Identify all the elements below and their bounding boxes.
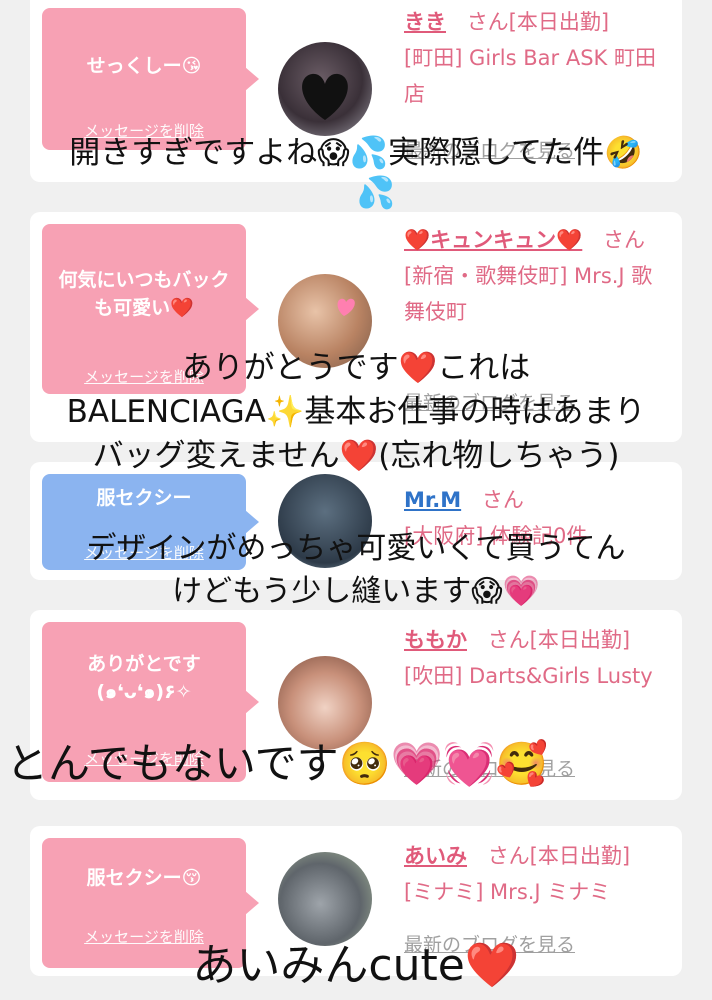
user-status: さん[本日出勤] xyxy=(487,628,631,652)
user-name-link[interactable]: ❤️キュンキュン❤️ xyxy=(404,228,582,252)
caption-line: 💦 xyxy=(356,175,396,211)
caption-line: ありがとうです❤️これは xyxy=(181,350,531,386)
user-info: ももか さん[本日出勤] [吹田] Darts&Girls Lusty xyxy=(404,622,668,694)
caption-overlay: あいみんcute❤️ xyxy=(0,938,712,994)
caption-line: とんでもないです🥺💗💓🥰 xyxy=(6,739,548,788)
caption-line: あいみんcute❤️ xyxy=(192,940,520,991)
caption-line: BALENCIAGA✨基本お仕事の時はあまり xyxy=(66,394,646,430)
caption-overlay: ありがとうです❤️これは BALENCIAGA✨基本お仕事の時はあまり バッグ変… xyxy=(0,346,712,478)
caption-overlay: とんでもないです🥺💗💓🥰 xyxy=(0,736,712,792)
message-text: 何気にいつもバックも可愛い❤️ xyxy=(58,269,230,319)
shop-name: [町田] Girls Bar ASK 町田店 xyxy=(404,46,656,106)
avatar[interactable] xyxy=(278,42,372,136)
shop-name: [吹田] Darts&Girls Lusty xyxy=(404,664,653,688)
caption-line: デザインがめっちゃ可愛いくて買うてん xyxy=(86,531,626,566)
heart-sticker-icon xyxy=(302,73,348,120)
avatar[interactable] xyxy=(278,852,372,946)
caption-line: けどもう少し縫います😱💗 xyxy=(172,574,540,609)
shop-name: [ミナミ] Mrs.J ミナミ xyxy=(404,880,611,904)
user-info: ❤️キュンキュン❤️ さん [新宿・歌舞伎町] Mrs.J 歌舞伎町 xyxy=(404,222,668,330)
caption-overlay: 開きすぎですよね😱💦実際隠してた件🤣 💦 xyxy=(0,133,712,213)
user-status: さん[本日出勤] xyxy=(466,10,610,34)
caption-overlay: デザインがめっちゃ可愛いくて買うてん けどもう少し縫います😱💗 xyxy=(0,527,712,613)
user-status: さん xyxy=(602,228,645,252)
user-name-link[interactable]: Mr.M xyxy=(404,488,461,512)
caption-line: 開きすぎですよね😱💦実際隠してた件🤣 xyxy=(69,135,643,171)
message-bubble: せっくしー😘 メッセージを削除 xyxy=(42,8,259,150)
shop-name: [新宿・歌舞伎町] Mrs.J 歌舞伎町 xyxy=(404,264,653,324)
user-status: さん xyxy=(481,488,524,512)
caption-line: バッグ変えません❤️(忘れ物しちゃう) xyxy=(92,438,620,474)
message-text: ありがとです(๑❛ᴗ❛๑)۶✧ xyxy=(87,653,201,703)
user-name-link[interactable]: きき xyxy=(404,10,446,34)
user-name-link[interactable]: ももか xyxy=(404,628,467,652)
message-text: 服セクシー😚 xyxy=(86,867,202,889)
user-info: きき さん[本日出勤] [町田] Girls Bar ASK 町田店 xyxy=(404,4,668,112)
user-info: あいみ さん[本日出勤] [ミナミ] Mrs.J ミナミ xyxy=(404,838,668,910)
user-status: さん[本日出勤] xyxy=(487,844,631,868)
message-text: 服セクシー xyxy=(96,487,192,509)
message-text: せっくしー😘 xyxy=(86,55,202,77)
user-name-link[interactable]: あいみ xyxy=(404,844,467,868)
